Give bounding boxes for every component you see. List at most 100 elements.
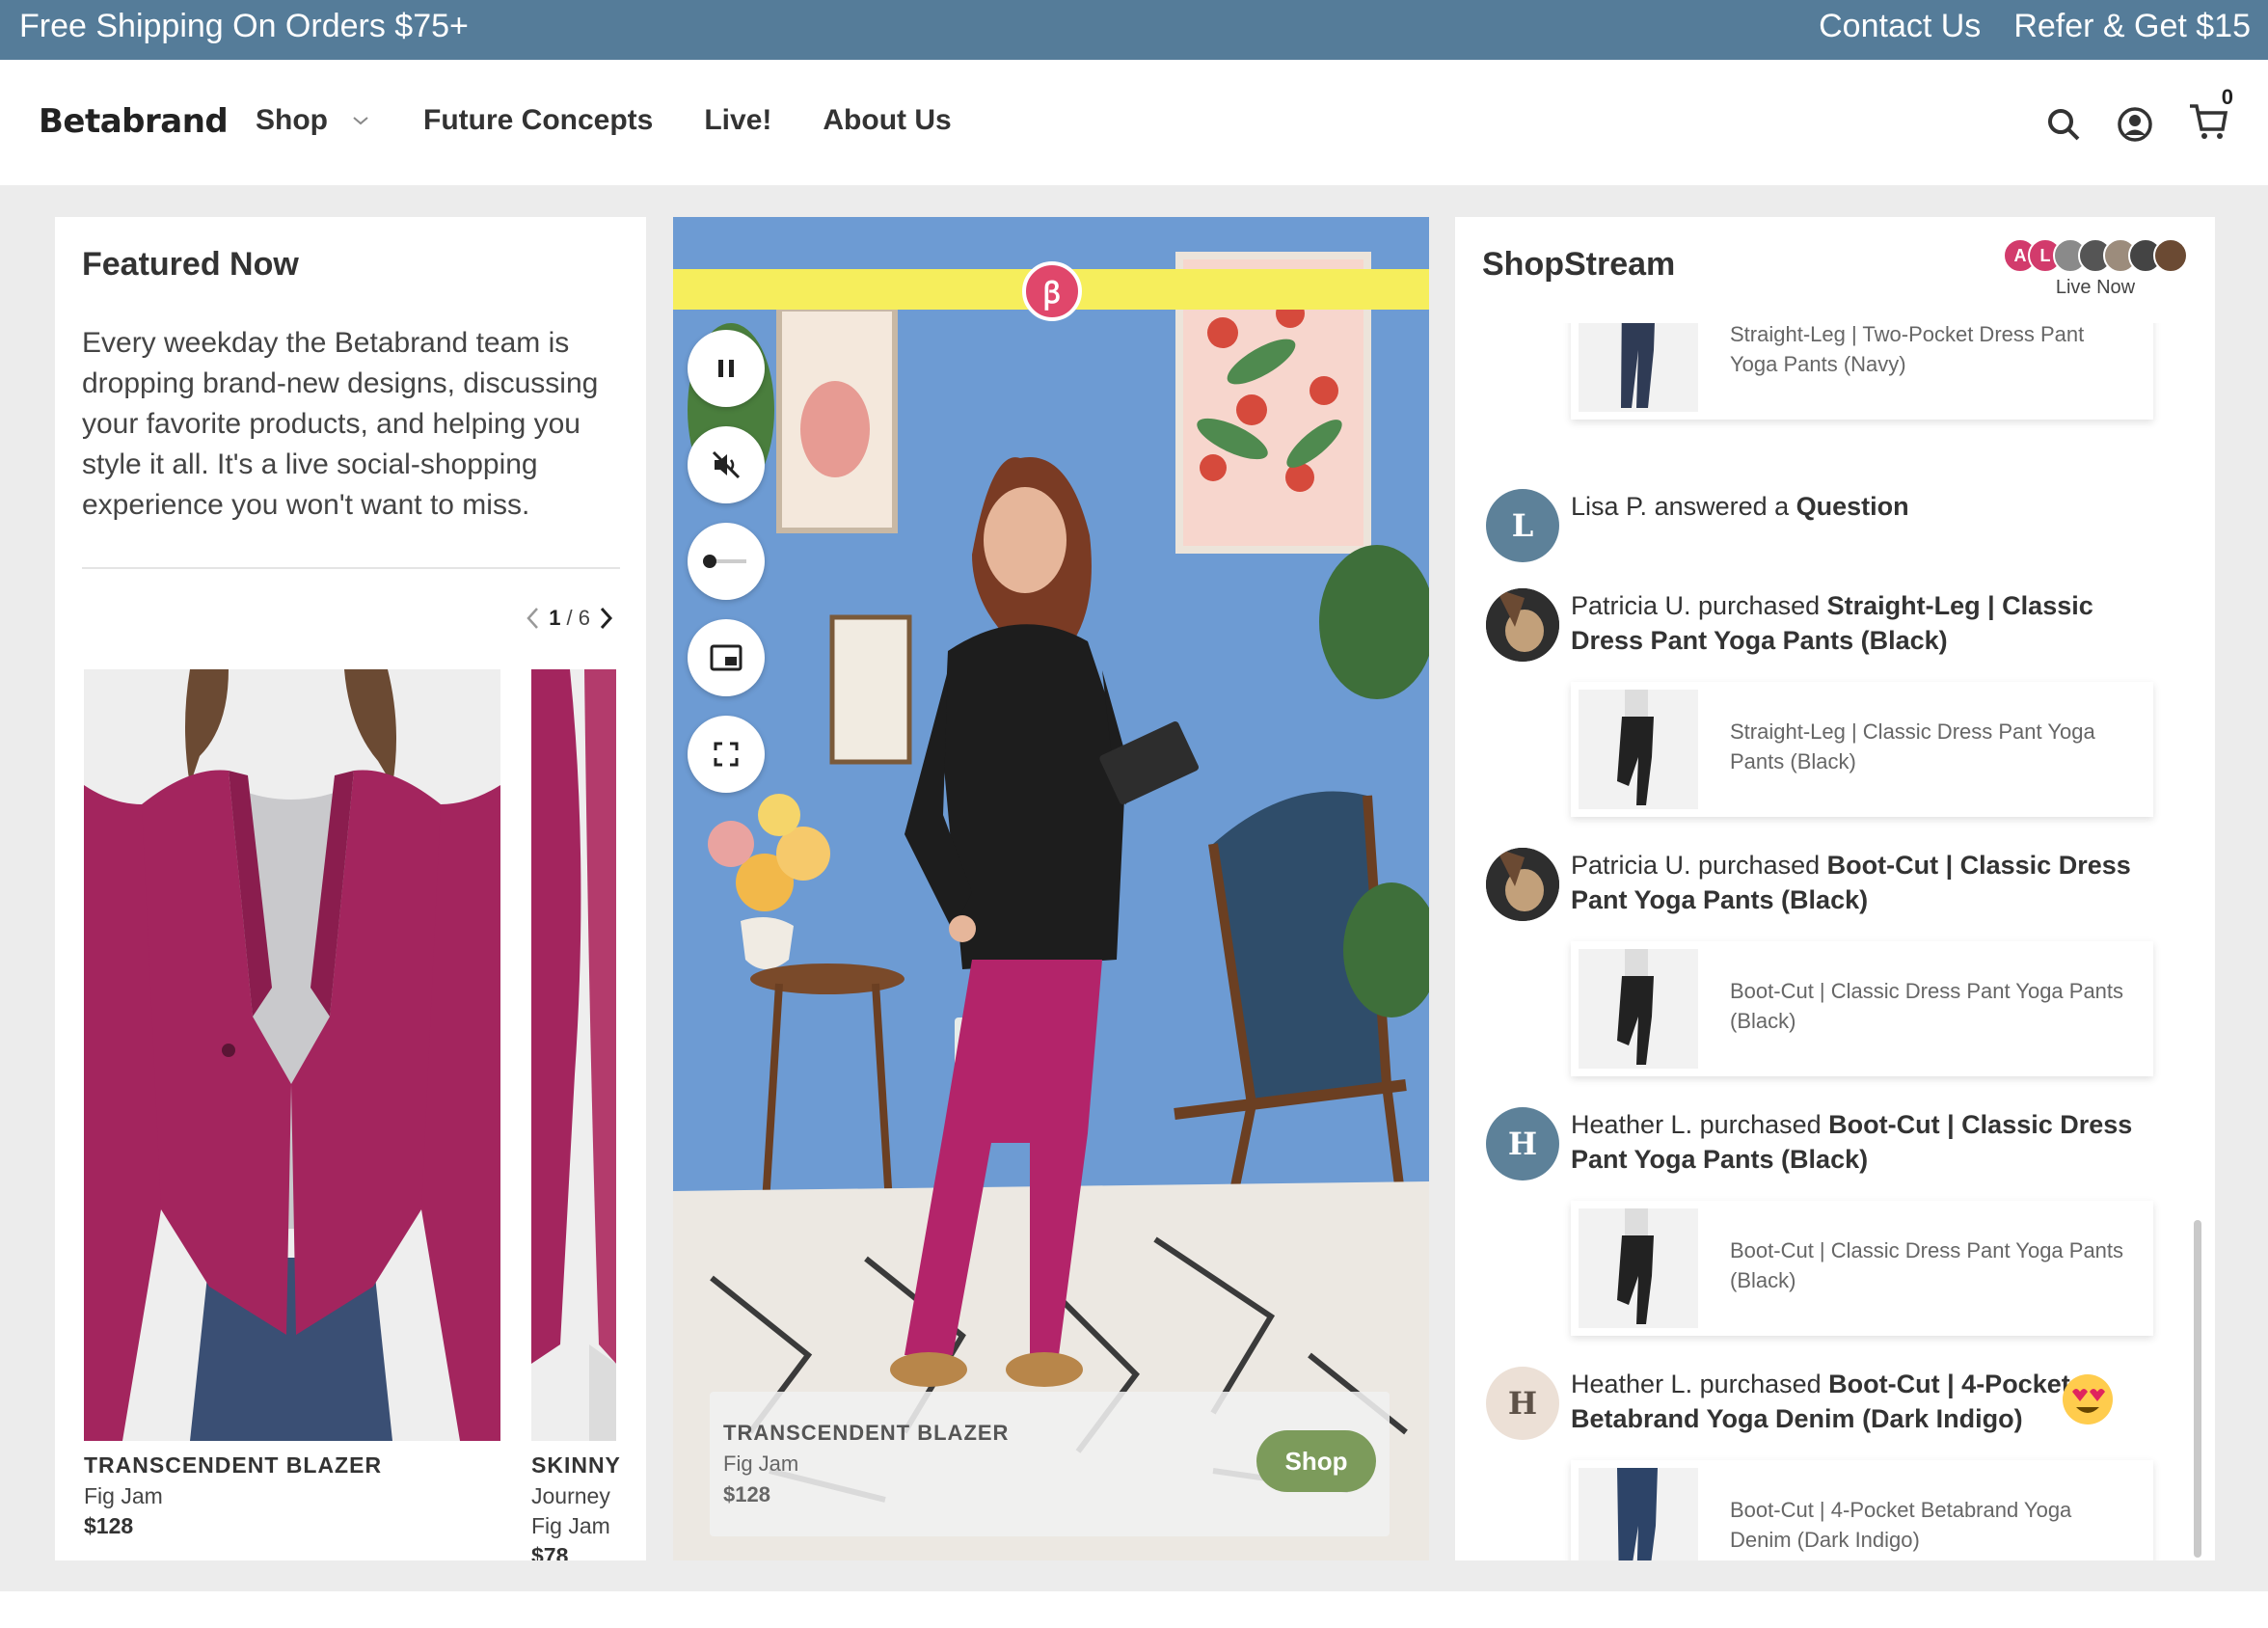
nav-icons: 0 — [2044, 85, 2233, 148]
pager-current: 1 — [549, 606, 561, 630]
video-frame — [673, 217, 1429, 1560]
product-name[interactable]: TRANSCENDENT BLAZER — [84, 1452, 382, 1479]
live-now-label: Live Now — [2055, 277, 2136, 298]
product-thumbnail — [1579, 323, 1698, 412]
activity-text: Patricia U. purchased Boot-Cut | Classic… — [1571, 848, 2149, 917]
video-product-name: TRANSCENDENT BLAZER — [723, 1421, 1010, 1445]
live-now-indicator: A L Live Now — [2003, 238, 2188, 299]
search-icon[interactable] — [2044, 105, 2083, 144]
viewer-avatars: A L — [2003, 238, 2188, 273]
blazer-illustration — [84, 669, 500, 1441]
shopstream-panel: ShopStream A L Live Now Straight-Leg | T… — [1455, 217, 2215, 1560]
user-avatar — [1486, 848, 1559, 921]
product-card-title: Boot-Cut | Classic Dress Pant Yoga Pants… — [1730, 979, 2124, 1033]
nav-item-label: Live! — [704, 104, 772, 136]
product-card-title: Straight-Leg | Two-Pocket Dress Pant Yog… — [1730, 323, 2085, 376]
activity-item[interactable]: Question — [1796, 492, 1909, 521]
chevron-left-icon[interactable] — [524, 605, 543, 632]
cart[interactable]: 0 — [2187, 85, 2233, 148]
product-card[interactable]: Boot-Cut | 4-Pocket Betabrand Yoga Denim… — [1571, 1460, 2153, 1560]
heart-eyes-emoji-icon — [2063, 1374, 2113, 1424]
activity-text: Heather L. purchased Boot-Cut | Classic … — [1571, 1107, 2149, 1177]
pause-button[interactable] — [688, 330, 765, 407]
pause-icon — [718, 360, 734, 377]
user-avatar — [1486, 588, 1559, 662]
main-nav: Betabrand Shop Future Concepts Live! Abo… — [0, 60, 2268, 185]
user-avatar: H — [1486, 1107, 1559, 1180]
mute-button[interactable] — [688, 426, 765, 503]
activity-actor: Heather L. purchased — [1571, 1370, 1829, 1398]
refer-link[interactable]: Refer & Get $15 — [2013, 8, 2251, 45]
video-product-color: Fig Jam — [723, 1452, 799, 1476]
shop-button[interactable]: Shop — [1256, 1430, 1376, 1492]
product-image-skinny[interactable] — [531, 669, 616, 1441]
volume-slider[interactable] — [688, 523, 765, 600]
user-avatar: L — [1486, 489, 1559, 562]
product-card-title: Boot-Cut | 4-Pocket Betabrand Yoga Denim… — [1730, 1498, 2072, 1552]
fullscreen-button[interactable] — [688, 716, 765, 793]
nav-links: Shop Future Concepts Live! About Us — [256, 104, 1003, 137]
betabrand-badge: ꞵ — [1022, 261, 1082, 321]
nav-item-about-us[interactable]: About Us — [823, 104, 951, 137]
activity-text: Patricia U. purchased Straight-Leg | Cla… — [1571, 588, 2149, 658]
video-product-price: $128 — [723, 1482, 770, 1506]
featured-title: Featured Now — [82, 246, 299, 283]
product-card[interactable]: Boot-Cut | Classic Dress Pant Yoga Pants… — [1571, 941, 2153, 1076]
user-avatar: H — [1486, 1367, 1559, 1440]
free-shipping-text: Free Shipping On Orders $75+ — [19, 8, 469, 44]
featured-panel: Featured Now Every weekday the Betabrand… — [55, 217, 646, 1560]
nav-item-live[interactable]: Live! — [704, 104, 771, 137]
product-color: Journey — [531, 1483, 610, 1508]
product-name[interactable]: SKINNY — [531, 1452, 646, 1479]
product-card-title: Straight-Leg | Classic Dress Pant Yoga P… — [1730, 719, 2095, 773]
activity-actor: Patricia U. purchased — [1571, 591, 1827, 620]
activity-feed: Straight-Leg | Two-Pocket Dress Pant Yog… — [1455, 323, 2188, 1560]
betabrand-logo[interactable]: Betabrand — [39, 102, 229, 141]
product-card[interactable]: Straight-Leg | Two-Pocket Dress Pant Yog… — [1571, 323, 2153, 420]
chevron-right-icon[interactable] — [596, 605, 615, 632]
mute-icon — [712, 450, 741, 479]
live-video[interactable]: ꞵ TRANSCENDENT BLAZER Fig Jam $128 Shop — [673, 217, 1429, 1560]
announcement-bar: Free Shipping On Orders $75+ Contact Us … — [0, 0, 2268, 60]
picture-in-picture-icon — [710, 644, 742, 671]
product-card-title: Boot-Cut | Classic Dress Pant Yoga Pants… — [1730, 1238, 2124, 1292]
product-card[interactable]: Boot-Cut | Classic Dress Pant Yoga Pants… — [1571, 1201, 2153, 1336]
product-price: $78 — [531, 1543, 569, 1560]
activity-actor: Heather L. purchased — [1571, 1110, 1829, 1139]
picture-in-picture-button[interactable] — [688, 619, 765, 696]
shopstream-title: ShopStream — [1482, 246, 1676, 283]
nav-item-label: Shop — [256, 104, 328, 136]
nav-item-label: About Us — [823, 104, 952, 136]
product-card[interactable]: Straight-Leg | Classic Dress Pant Yoga P… — [1571, 682, 2153, 817]
fullscreen-icon — [714, 742, 739, 767]
activity-actor: Lisa P. answered a — [1571, 492, 1796, 521]
product-image-blazer[interactable] — [84, 669, 500, 1441]
product-color: Fig Jam — [531, 1513, 610, 1538]
announcement-links: Contact Us Refer & Get $15 — [1819, 8, 2251, 45]
chevron-down-icon — [353, 117, 368, 125]
product-thumbnail — [1579, 690, 1698, 809]
carousel-pager: 1 / 6 — [524, 605, 615, 632]
featured-description: Every weekday the Betabrand team is drop… — [82, 327, 599, 521]
volume-slider-icon — [703, 555, 746, 568]
main-content: Featured Now Every weekday the Betabrand… — [0, 185, 2268, 1591]
contact-us-link[interactable]: Contact Us — [1819, 8, 1981, 45]
divider — [82, 567, 620, 569]
activity-text: Lisa P. answered a Question — [1571, 489, 2149, 524]
nav-item-future-concepts[interactable]: Future Concepts — [423, 104, 653, 137]
pants-illustration — [531, 669, 616, 1441]
nav-item-shop[interactable]: Shop — [256, 104, 372, 137]
nav-item-label: Future Concepts — [423, 104, 654, 136]
video-product-card: TRANSCENDENT BLAZER Fig Jam $128 Shop — [710, 1392, 1390, 1536]
product-thumbnail — [1579, 1468, 1698, 1560]
avatar — [2153, 238, 2188, 273]
feed-scrollbar[interactable] — [2194, 1220, 2201, 1558]
cart-count-badge: 0 — [2221, 85, 2233, 109]
pager-total: / 6 — [566, 606, 590, 630]
product-color: Fig Jam — [84, 1483, 163, 1508]
product-thumbnail — [1579, 949, 1698, 1069]
account-icon[interactable] — [2116, 105, 2154, 144]
product-thumbnail — [1579, 1208, 1698, 1328]
product-price: $128 — [84, 1513, 134, 1538]
activity-actor: Patricia U. purchased — [1571, 851, 1827, 880]
